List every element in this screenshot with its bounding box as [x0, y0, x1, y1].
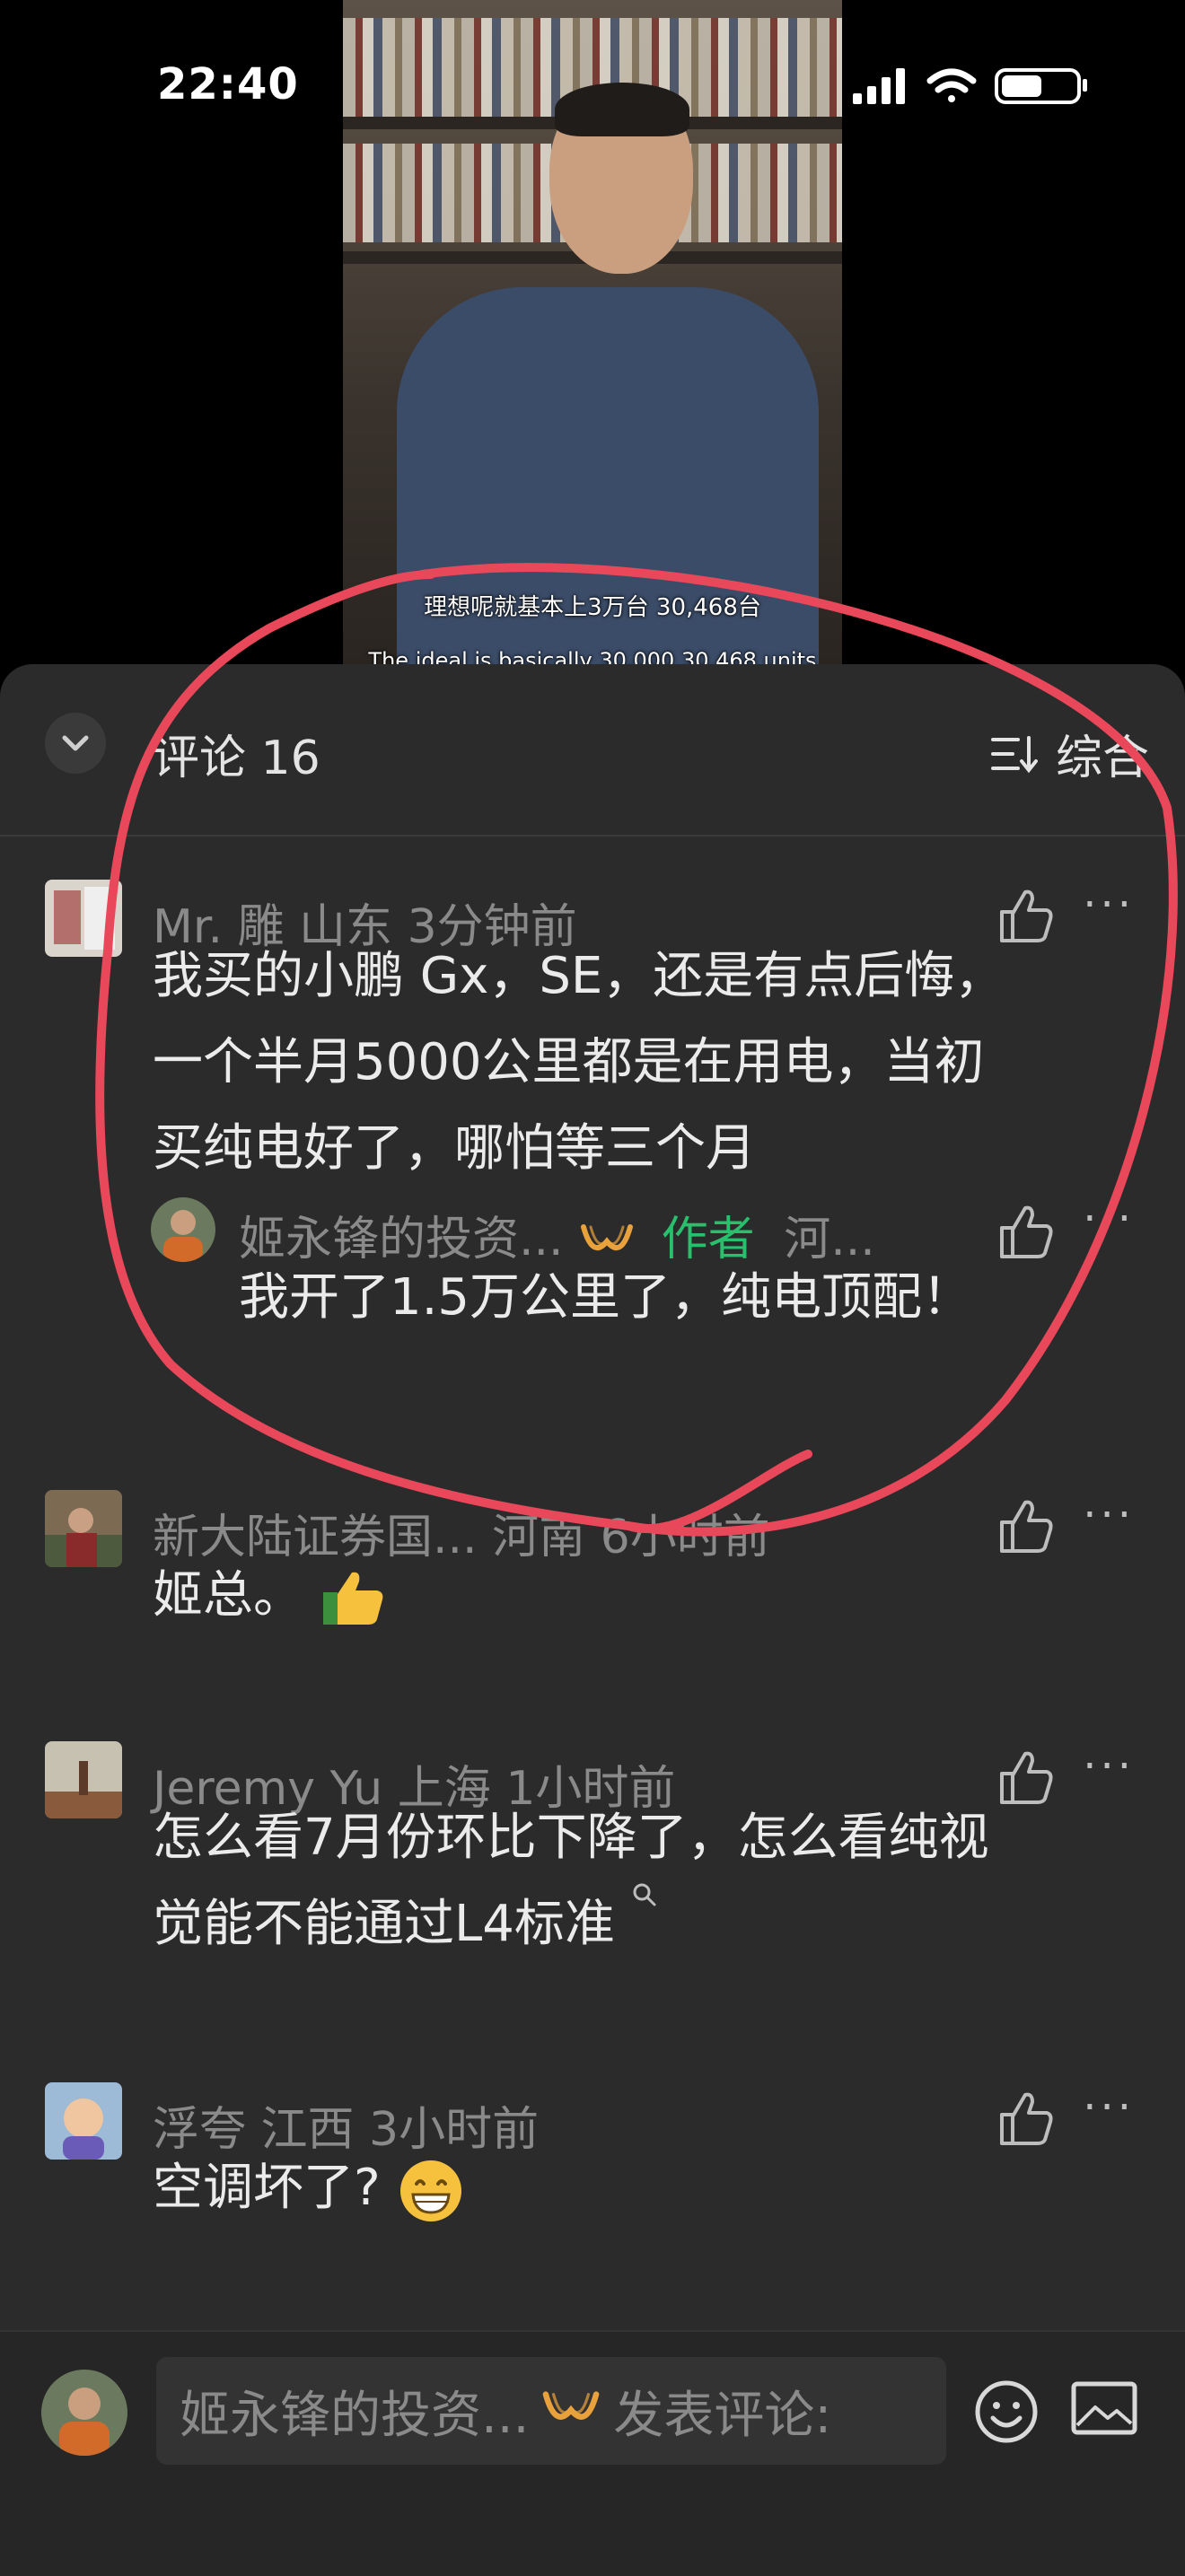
comment-text: 姬总。	[153, 1553, 388, 1639]
comment-line: 觉能不能通过L4标准	[153, 1881, 989, 1967]
avatar[interactable]	[45, 880, 122, 957]
reply-text: 我开了1.5万公里了，纯电顶配！	[239, 1268, 973, 1327]
thumbs-up-icon	[1000, 1205, 1053, 1258]
input-placeholder: 发表评论:	[613, 2386, 832, 2445]
thumbs-up-icon	[1000, 2092, 1053, 2145]
avatar[interactable]	[45, 1741, 122, 1818]
comment-text: 空调坏了?	[153, 2145, 465, 2231]
like-button[interactable]	[995, 1747, 1058, 1813]
avatar-image	[151, 1197, 215, 1262]
collapse-button[interactable]	[45, 713, 106, 774]
avatar-image	[45, 880, 122, 957]
comment-line: 空调坏了?	[153, 2159, 381, 2217]
comment-input[interactable]: 姬永锋的投资... 发表评论:	[156, 2357, 946, 2465]
status-time: 22:40	[157, 59, 299, 110]
sort-label: 综合	[1055, 732, 1149, 785]
comments-header: 评论 16 综合	[0, 664, 1185, 826]
comments-title: 评论 16	[153, 732, 320, 785]
more-options-button[interactable]: ···	[1083, 880, 1135, 930]
search-icon[interactable]	[631, 1881, 658, 1908]
ellipsis-icon: ···	[1083, 1490, 1135, 1540]
header-divider	[0, 835, 1185, 837]
smiley-icon	[975, 2380, 1038, 2443]
creator-badge-icon	[543, 2391, 600, 2420]
like-button[interactable]	[995, 2088, 1058, 2154]
more-options-button[interactable]: ···	[1083, 2082, 1135, 2133]
comment-line: 姬总。	[153, 1566, 303, 1625]
avatar[interactable]	[45, 2082, 122, 2160]
wifi-icon	[926, 68, 977, 102]
avatar[interactable]	[45, 1490, 122, 1567]
grinning-emoji-icon	[399, 2160, 461, 2221]
thumbs-up-emoji-icon	[322, 1572, 383, 1625]
avatar-image	[45, 1741, 122, 1818]
comment-input-bar: 姬永锋的投资... 发表评论:	[0, 2330, 1185, 2576]
like-button[interactable]	[995, 1495, 1058, 1562]
video-subtitle-cn: 理想呢就基本上3万台 30,468台	[424, 594, 761, 621]
sort-button[interactable]: 综合	[990, 720, 1149, 787]
video-subtitle-en: The ideal is basically 30,000 30,468 uni…	[368, 648, 817, 664]
thumbs-up-icon	[1000, 1500, 1053, 1553]
reply-avatar[interactable]	[151, 1197, 215, 1262]
input-user-name: 姬永锋的投资...	[180, 2386, 530, 2445]
more-options-button[interactable]: ···	[1083, 1490, 1135, 1540]
like-button[interactable]	[995, 1201, 1058, 1267]
video-frame[interactable]: 理想呢就基本上3万台 30,468台 The ideal is basicall…	[343, 0, 842, 664]
comment-line: 我买的小鹏 Gx，SE，还是有点后悔，	[153, 947, 1005, 1005]
ellipsis-icon: ···	[1083, 1194, 1135, 1244]
emoji-button[interactable]	[973, 2379, 1040, 2449]
chevron-down-icon	[62, 735, 89, 751]
current-user-avatar[interactable]	[41, 2370, 127, 2456]
image-icon	[1071, 2381, 1137, 2435]
ellipsis-icon: ···	[1083, 880, 1135, 930]
status-icons	[853, 63, 1113, 111]
ellipsis-icon: ···	[1083, 1741, 1135, 1792]
more-options-button[interactable]: ···	[1083, 1194, 1135, 1244]
comment-text: 怎么看7月份环比下降了，怎么看纯视 觉能不能通过L4标准	[153, 1795, 989, 1967]
sort-icon	[990, 735, 1038, 773]
more-options-button[interactable]: ···	[1083, 1741, 1135, 1792]
battery-icon	[995, 68, 1087, 104]
avatar-image	[41, 2370, 127, 2456]
ellipsis-icon: ···	[1083, 2082, 1135, 2133]
comments-sheet: 评论 16 综合 Mr. 雕 山东 3分钟前 ··· 我买的小鹏 Gx，SE，还…	[0, 664, 1185, 2574]
speaker-hair	[555, 83, 689, 136]
thumbs-up-icon	[1000, 1751, 1053, 1804]
avatar-image	[45, 1490, 122, 1567]
avatar-image	[45, 2082, 122, 2160]
comment-line: 怎么看7月份环比下降了，怎么看纯视	[153, 1809, 989, 1867]
comment-text: 我买的小鹏 Gx，SE，还是有点后悔， 一个半月5000公里都是在用电，当初 买…	[153, 933, 1005, 1192]
cellular-signal-icon	[853, 68, 905, 104]
comment-line: 一个半月5000公里都是在用电，当初	[153, 1033, 985, 1091]
comment-line: 买纯电好了，哪怕等三个月	[153, 1119, 756, 1178]
image-button[interactable]	[1070, 2379, 1138, 2441]
